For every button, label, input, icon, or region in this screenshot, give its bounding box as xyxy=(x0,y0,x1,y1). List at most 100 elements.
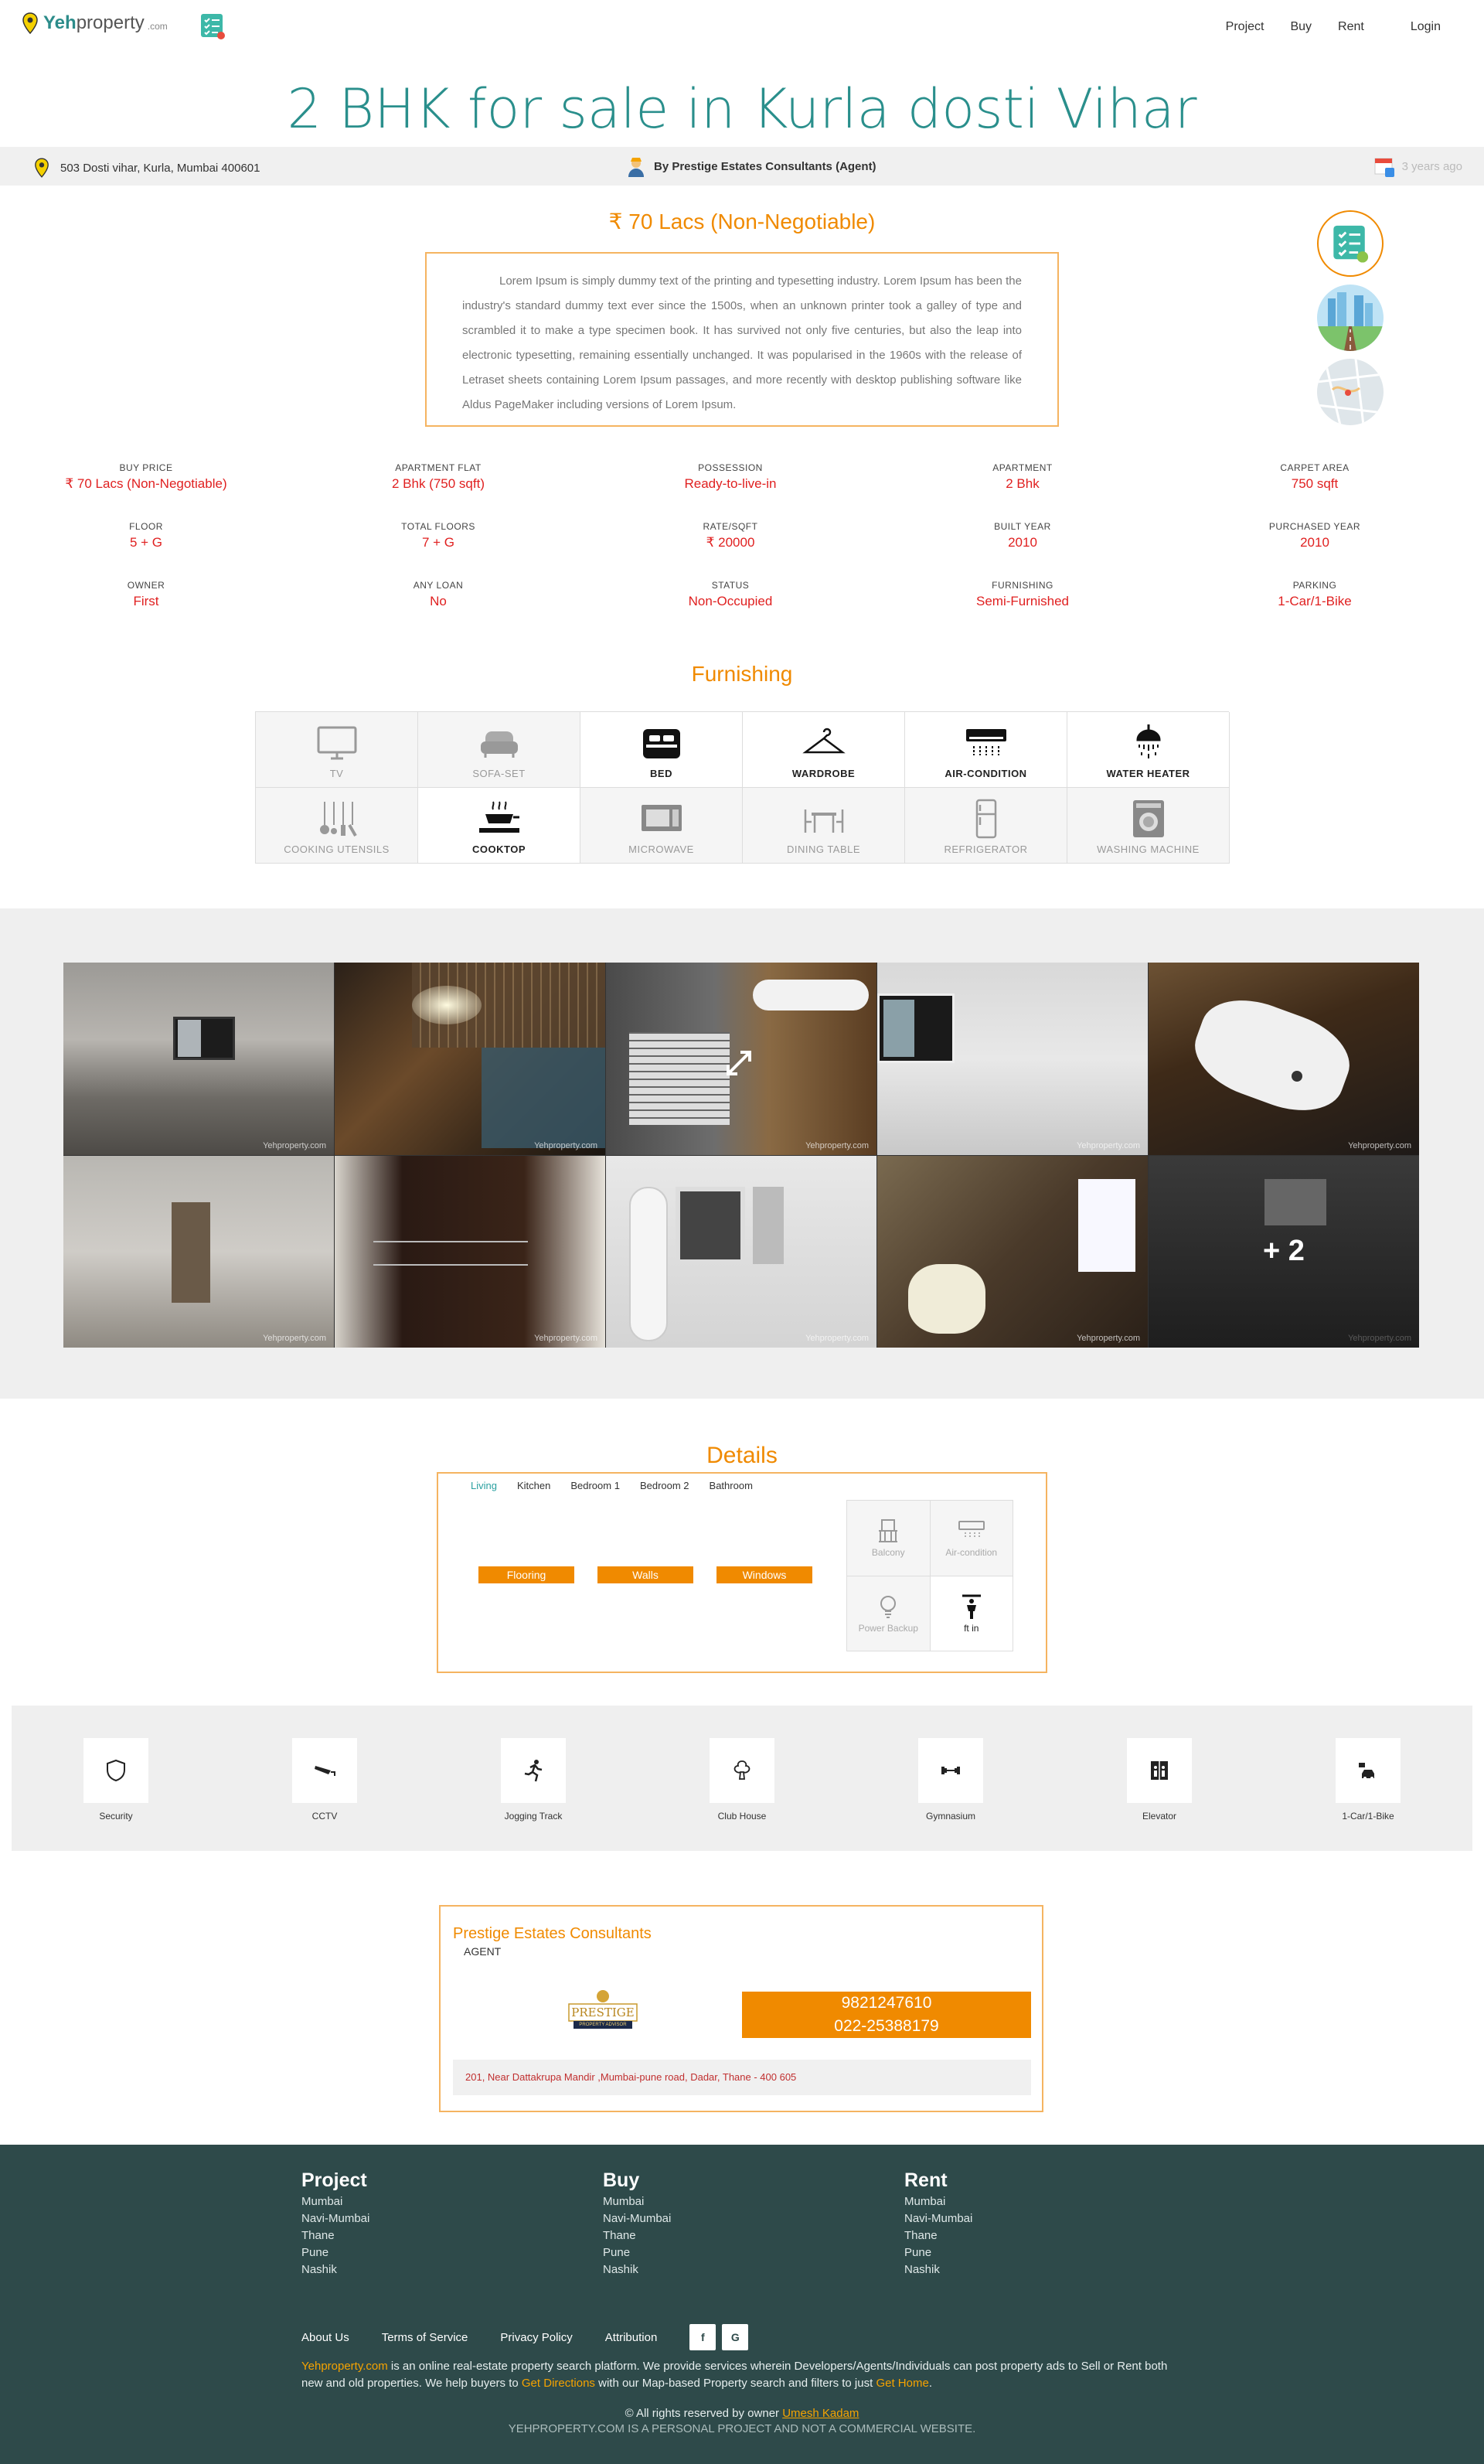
agent-role: AGENT xyxy=(464,1945,502,1958)
footer-link[interactable]: Thane xyxy=(301,2227,533,2244)
about-us-link[interactable]: About Us xyxy=(301,2331,349,2344)
nav-link-buy[interactable]: Buy xyxy=(1290,20,1312,34)
footer-link[interactable]: Mumbai xyxy=(603,2193,835,2210)
facebook-icon[interactable]: f xyxy=(689,2324,716,2350)
footer-column-title[interactable]: Buy xyxy=(603,2169,835,2192)
footer-links: About Us Terms of Service Privacy Policy… xyxy=(301,2324,754,2350)
footer-column-title[interactable]: Rent xyxy=(904,2169,1136,2192)
site-logo[interactable]: Yeh property .com xyxy=(22,12,168,34)
footer-link[interactable]: Nashik xyxy=(904,2261,1136,2278)
flooring-button[interactable]: Flooring xyxy=(478,1566,574,1583)
dining-table-icon xyxy=(804,809,843,833)
spec-value: Ready-to-live-in xyxy=(684,476,777,491)
amenity-label: Jogging Track xyxy=(504,1811,563,1822)
owner-link[interactable]: Umesh Kadam xyxy=(782,2407,859,2420)
city-road-icon[interactable] xyxy=(1317,285,1384,351)
footer-link[interactable]: Pune xyxy=(904,2244,1136,2261)
google-icon[interactable]: G xyxy=(722,2324,749,2350)
footer-link[interactable]: Navi-Mumbai xyxy=(603,2210,835,2227)
tv-icon xyxy=(317,726,356,760)
footer-link[interactable]: Mumbai xyxy=(301,2193,533,2210)
gallery-photo[interactable]: Yehproperty.com xyxy=(335,1155,605,1348)
gallery-photo[interactable]: Yehproperty.com xyxy=(63,1155,334,1348)
shower-icon xyxy=(1135,724,1161,758)
windows-button[interactable]: Windows xyxy=(716,1566,812,1583)
specs-row: OWNER First ANY LOAN No STATUS Non-Occupied… xyxy=(0,580,1484,639)
brand-link[interactable]: Yehproperty.com xyxy=(301,2360,388,2373)
phone-2[interactable]: 022-25388179 xyxy=(742,2015,1031,2038)
furnishing-label: TV xyxy=(329,768,344,779)
checklist-circle-icon[interactable] xyxy=(1317,210,1384,277)
footer-link[interactable]: Pune xyxy=(603,2244,835,2261)
attribution-link[interactable]: Attribution xyxy=(605,2331,658,2344)
price: ₹ 70 Lacs (Non-Negotiable) xyxy=(608,210,876,233)
nav-links: Project Buy Rent Login xyxy=(1200,20,1441,34)
map-icon[interactable] xyxy=(1317,359,1384,425)
spec-value: No xyxy=(430,594,447,608)
checklist-icon[interactable] xyxy=(199,12,226,40)
walls-button[interactable]: Walls xyxy=(597,1566,693,1583)
balcony-icon xyxy=(879,1519,898,1543)
feature-label: Air-condition xyxy=(945,1547,998,1559)
watermark: Yehproperty.com xyxy=(1348,1140,1411,1150)
spec-rate: RATE/SQFT ₹ 20000 xyxy=(584,521,876,580)
specs-grid: BUY PRICE ₹ 70 Lacs (Non-Negotiable) APAR… xyxy=(0,462,1484,639)
phone-1[interactable]: 9821247610 xyxy=(742,1992,1031,2015)
furnishing-item-refrigerator: REFRIGERATOR xyxy=(905,788,1067,864)
utensils-icon xyxy=(319,802,357,837)
gallery-photo[interactable]: Yehproperty.com xyxy=(877,963,1148,1155)
cooktop-icon xyxy=(478,801,519,833)
spec-built-year: BUILT YEAR 2010 xyxy=(876,521,1169,580)
gallery-photo[interactable]: Yehproperty.com xyxy=(63,963,334,1155)
tab-kitchen[interactable]: Kitchen xyxy=(517,1480,550,1491)
agent-name[interactable]: Prestige Estates Consultants xyxy=(453,1925,652,1943)
footer-link[interactable]: Pune xyxy=(301,2244,533,2261)
tab-bedroom-1[interactable]: Bedroom 1 xyxy=(570,1480,620,1491)
spec-label: STATUS xyxy=(711,580,750,591)
gallery-photo[interactable]: + 2 Yehproperty.com xyxy=(1149,1155,1419,1348)
spec-value: 2 Bhk (750 sqft) xyxy=(391,476,485,491)
feature-label: ft in xyxy=(964,1622,979,1634)
get-directions-link[interactable]: Get Directions xyxy=(522,2377,595,2390)
spec-value: 2 Bhk xyxy=(1006,476,1040,491)
amenity-jogging-track: Jogging Track xyxy=(483,1738,584,1822)
footer-link[interactable]: Thane xyxy=(904,2227,1136,2244)
gallery-photo[interactable]: Yehproperty.com xyxy=(606,963,876,1155)
gallery-photo[interactable]: Yehproperty.com xyxy=(606,1155,876,1348)
location-pin-icon xyxy=(35,158,49,178)
more-photos[interactable]: + 2 xyxy=(1149,1156,1419,1348)
spec-apartment-flat: APARTMENT FLAT 2 Bhk (750 sqft) xyxy=(292,462,584,521)
tab-living[interactable]: Living xyxy=(471,1480,497,1491)
footer-column-project: Project Mumbai Navi-Mumbai Thane Pune Na… xyxy=(301,2169,533,2278)
footer-link[interactable]: Nashik xyxy=(301,2261,533,2278)
gallery-photo[interactable]: Yehproperty.com xyxy=(335,963,605,1155)
expand-icon[interactable] xyxy=(723,1048,754,1079)
privacy-link[interactable]: Privacy Policy xyxy=(500,2331,572,2344)
furnishing-label: WARDROBE xyxy=(791,768,856,779)
nav-link-rent[interactable]: Rent xyxy=(1338,20,1364,34)
spec-label: FLOOR xyxy=(129,521,163,532)
footer-link[interactable]: Nashik xyxy=(603,2261,835,2278)
terms-link[interactable]: Terms of Service xyxy=(382,2331,468,2344)
address: 503 Dosti vihar, Kurla, Mumbai 400601 xyxy=(34,158,260,178)
nav-link-project[interactable]: Project xyxy=(1226,20,1264,34)
footer-link[interactable]: Navi-Mumbai xyxy=(301,2210,533,2227)
personal-project-notice: YEHPROPERTY.COM IS A PERSONAL PROJECT AN… xyxy=(508,2422,976,2435)
footer-link[interactable]: Mumbai xyxy=(904,2193,1136,2210)
gallery-photo[interactable]: Yehproperty.com xyxy=(1149,963,1419,1155)
spec-status: STATUS Non-Occupied xyxy=(584,580,876,639)
watermark: Yehproperty.com xyxy=(1077,1140,1140,1150)
spec-label: BUILT YEAR xyxy=(994,521,1051,532)
tab-bathroom[interactable]: Bathroom xyxy=(710,1480,753,1491)
footer-link[interactable]: Thane xyxy=(603,2227,835,2244)
get-home-link[interactable]: Get Home xyxy=(876,2377,928,2390)
login-link[interactable]: Login xyxy=(1411,20,1441,34)
gallery-photo[interactable]: Yehproperty.com xyxy=(877,1155,1148,1348)
location-pin-icon xyxy=(22,12,38,34)
furnishing-item-cooktop: COOKTOP xyxy=(418,788,580,864)
footer-column-title[interactable]: Project xyxy=(301,2169,533,2192)
footer-text: with our Map-based Property search and f… xyxy=(594,2377,876,2390)
tab-bedroom-2[interactable]: Bedroom 2 xyxy=(640,1480,689,1491)
agent-text[interactable]: By Prestige Estates Consultants (Agent) xyxy=(654,160,876,173)
footer-link[interactable]: Navi-Mumbai xyxy=(904,2210,1136,2227)
